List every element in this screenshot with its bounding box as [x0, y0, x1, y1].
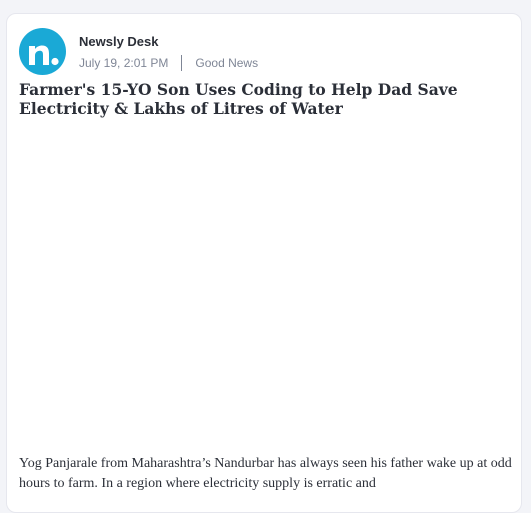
post-meta: Newsly Desk July 19, 2:01 PM Good News	[79, 32, 258, 71]
post-category[interactable]: Good News	[195, 56, 258, 70]
divider	[181, 55, 183, 71]
post-header: Newsly Desk July 19, 2:01 PM Good News	[19, 28, 258, 75]
post-title[interactable]: Farmer's 15-YO Son Uses Coding to Help D…	[19, 80, 499, 118]
post-card: Newsly Desk July 19, 2:01 PM Good News F…	[6, 13, 522, 513]
avatar[interactable]	[19, 28, 66, 75]
post-timestamp: July 19, 2:01 PM	[79, 56, 169, 70]
newsly-logo-icon	[28, 45, 59, 65]
post-subline: July 19, 2:01 PM Good News	[79, 55, 258, 71]
post-body: Yog Panjarale from Maharashtra’s Nandurb…	[19, 456, 512, 491]
post-media[interactable]	[19, 130, 511, 450]
author-name[interactable]: Newsly Desk	[79, 34, 258, 50]
